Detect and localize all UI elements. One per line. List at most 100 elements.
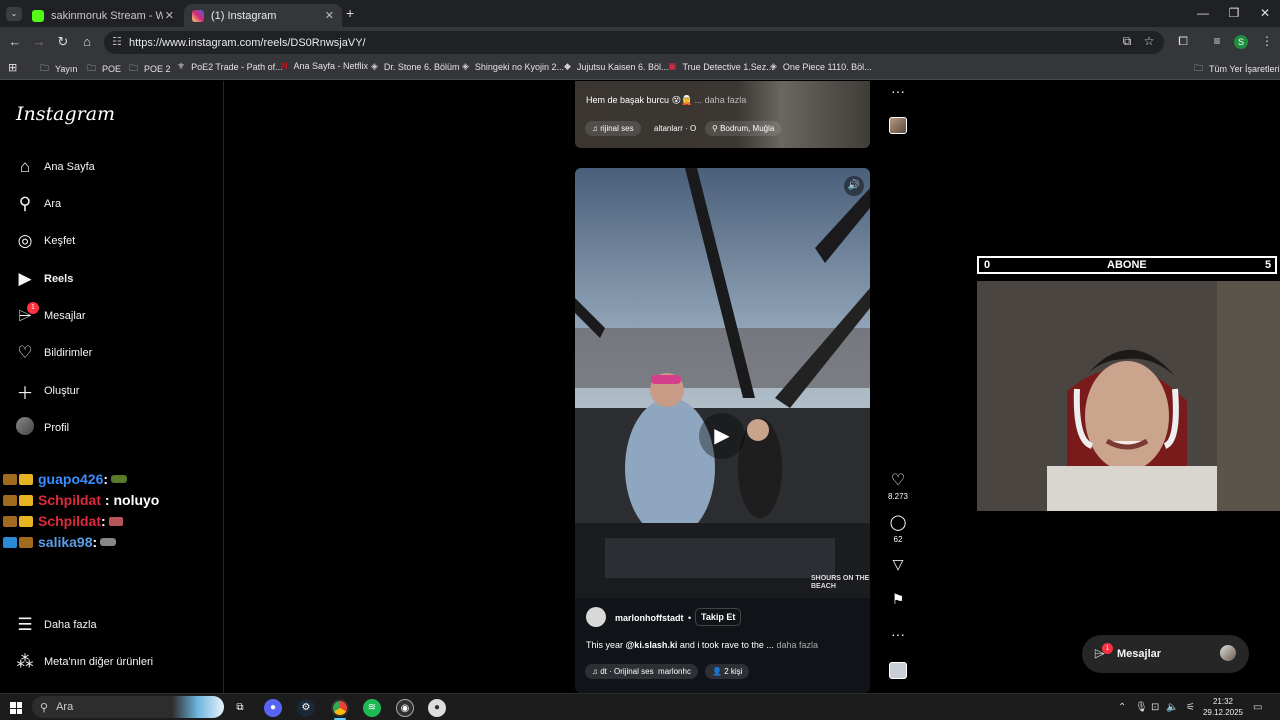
- close-icon[interactable]: ✕: [325, 9, 334, 22]
- microphone-icon[interactable]: 🎙: [1135, 702, 1148, 713]
- emoji-icon: 😵🧝: [671, 95, 693, 105]
- heart-icon: ♡: [17, 343, 33, 362]
- network-icon[interactable]: ⊡: [1151, 702, 1159, 713]
- sidebar-item-explore[interactable]: ◎ Keşfet: [15, 229, 76, 253]
- all-bookmarks[interactable]: 🗀 Tüm Yer İşaretleri: [1194, 61, 1280, 77]
- clock-date[interactable]: 29.12.2025: [1201, 708, 1245, 717]
- menu-icon[interactable]: ⋮: [1258, 34, 1276, 48]
- install-app-icon[interactable]: ⧉: [1118, 34, 1136, 49]
- window-close-icon[interactable]: ✕: [1250, 6, 1280, 20]
- chat-username: Schpildat: [38, 492, 102, 508]
- bookmark-item[interactable]: 🗀 POE 2: [129, 61, 171, 77]
- audio-thumbnail[interactable]: [889, 117, 907, 134]
- reels-icon: ▶: [18, 269, 32, 288]
- sidebar-item-create[interactable]: ＋ Oluştur: [15, 379, 80, 403]
- comment-icon[interactable]: ◯: [888, 513, 908, 531]
- bookmark-item[interactable]: N Ana Sayfa - Netflix: [281, 61, 368, 71]
- bookmark-item[interactable]: ◆ Jujutsu Kaisen 6. Böl...: [564, 61, 668, 72]
- search-icon: ⚲: [18, 194, 32, 213]
- reload-icon[interactable]: ↻: [54, 34, 72, 50]
- bookmark-item[interactable]: ◈ Shingeki no Kyojin 2...: [462, 61, 564, 72]
- more-link[interactable]: daha fazla: [776, 640, 818, 650]
- volume-icon[interactable]: 🔊: [844, 176, 864, 196]
- extensions-icon[interactable]: ⧠: [1174, 34, 1192, 49]
- audio-chip[interactable]: ♫ rijinal ses: [585, 121, 641, 136]
- location-chip[interactable]: ⚲ Bodrum, Muğla: [705, 121, 782, 136]
- more-options-icon[interactable]: ···: [888, 83, 908, 99]
- minimize-icon[interactable]: —: [1188, 6, 1218, 20]
- forward-icon[interactable]: →: [30, 34, 48, 49]
- audio-thumbnail[interactable]: [889, 662, 907, 679]
- discord-icon[interactable]: ●: [264, 699, 282, 717]
- close-icon[interactable]: ✕: [165, 9, 174, 22]
- media-icon[interactable]: ≡: [1208, 34, 1226, 48]
- sidebar-item-messages[interactable]: ⌲ 1 Mesajlar: [15, 302, 86, 328]
- chrome-icon[interactable]: [331, 699, 349, 717]
- sidebar-item-home[interactable]: ⌂ Ana Sayfa: [15, 155, 95, 179]
- battery-icon[interactable]: ⚟: [1186, 702, 1195, 713]
- person-icon: 👤: [712, 667, 725, 676]
- task-view-icon[interactable]: ⧉: [231, 699, 249, 717]
- tagged-people-chip[interactable]: 👤 2 kişi: [705, 664, 750, 679]
- sidebar-item-meta[interactable]: ⁂ Meta'nın diğer ürünleri: [15, 650, 154, 674]
- reel-card-previous[interactable]: Hem de başak burcu 😵🧝 ... daha fazla ♫ r…: [575, 81, 870, 148]
- more-options-icon[interactable]: ···: [888, 626, 908, 642]
- tab-stream[interactable]: sakinmoruk Stream - Watch Liv ✕: [24, 4, 182, 27]
- instagram-logo[interactable]: Instagram: [16, 103, 115, 125]
- windows-start-icon[interactable]: [10, 702, 22, 714]
- crown-icon: [19, 473, 33, 485]
- clock-time[interactable]: 21:32: [1203, 697, 1243, 706]
- more-link[interactable]: ... daha fazla: [695, 95, 747, 105]
- home-icon[interactable]: ⌂: [78, 34, 96, 49]
- messages-popup-button[interactable]: ⌲ 1 Mesajlar: [1082, 635, 1249, 673]
- tab-search-button[interactable]: ⌄: [6, 7, 22, 21]
- author-username[interactable]: marlonhoffstadt: [615, 613, 684, 623]
- sidebar-item-notifications[interactable]: ♡ Bildirimler: [15, 341, 92, 365]
- folder-icon: 🗀: [40, 63, 50, 73]
- site-info-icon[interactable]: ☷: [112, 35, 122, 48]
- bookmark-item[interactable]: ◈ One Piece 1110. Böl...: [770, 61, 872, 72]
- profile-avatar[interactable]: S: [1234, 35, 1248, 49]
- volume-icon[interactable]: 🔈: [1166, 702, 1178, 713]
- notifications-icon[interactable]: ▭: [1253, 702, 1262, 713]
- share-icon[interactable]: ▽: [888, 556, 908, 573]
- sidebar-item-reels[interactable]: ▶ Reels: [15, 267, 73, 291]
- like-icon[interactable]: ♡: [888, 470, 908, 490]
- tab-instagram[interactable]: (1) Instagram ✕: [184, 4, 342, 27]
- author-avatar[interactable]: [586, 607, 606, 627]
- play-icon[interactable]: ▶: [699, 413, 745, 459]
- bookmark-item[interactable]: ◈ Dr. Stone 6. Bölüm: [371, 61, 459, 72]
- reel-card[interactable]: ▶ 🔊 SHOURS ON THE BEACH marlonhoffstadt …: [575, 168, 870, 693]
- apps-icon[interactable]: ⊞: [8, 61, 17, 74]
- save-icon[interactable]: ⚑: [888, 591, 908, 608]
- restore-icon[interactable]: ❐: [1219, 6, 1249, 20]
- netflix-icon: N: [281, 61, 288, 71]
- audio-chip[interactable]: ♫ dt · Orijinal ses marlonhc: [585, 664, 698, 679]
- bookmark-item[interactable]: 🗀 Yayın: [40, 61, 77, 77]
- address-bar[interactable]: ☷ https://www.instagram.com/reels/DS0Rnw…: [104, 31, 1164, 54]
- reel-video[interactable]: ▶ 🔊 SHOURS ON THE BEACH: [575, 168, 870, 598]
- instagram-sidebar: Instagram ⌂ Ana Sayfa ⚲ Ara ◎ Keşfet ▶ Reels…: [0, 81, 224, 693]
- sidebar-item-search[interactable]: ⚲ Ara: [15, 192, 61, 216]
- sidebar-item-more[interactable]: ☰ Daha fazla: [15, 613, 96, 637]
- follow-button[interactable]: Takip Et: [695, 608, 742, 626]
- back-icon[interactable]: ←: [6, 34, 24, 49]
- new-tab-button[interactable]: +: [346, 5, 354, 21]
- music-icon: ♫: [592, 124, 601, 133]
- bookmark-star-icon[interactable]: ☆: [1140, 34, 1158, 48]
- spotify-icon[interactable]: ≋: [363, 699, 381, 717]
- audio-user-chip[interactable]: altanlarr · O: [647, 121, 703, 136]
- app-icon[interactable]: ●: [428, 699, 446, 717]
- tray-overflow-icon[interactable]: ⌃: [1118, 702, 1126, 713]
- tab-title: sakinmoruk Stream - Watch Liv: [51, 9, 163, 22]
- bookmark-item[interactable]: 🗀 POE: [87, 61, 121, 77]
- bookmark-item[interactable]: ▣ True Detective 1.Sez...: [668, 61, 774, 72]
- bookmark-item[interactable]: ⚜ PoE2 Trade - Path of...: [177, 61, 283, 72]
- obs-icon[interactable]: ◉: [396, 699, 414, 717]
- mention-link[interactable]: @ki.slash.ki: [626, 640, 678, 650]
- taskbar-search[interactable]: ⚲ Ara: [32, 696, 224, 718]
- stage-watermark: SHOURS ON THE BEACH: [811, 575, 870, 590]
- steam-icon[interactable]: ⚙: [297, 699, 315, 717]
- sub-badge-icon: [19, 536, 33, 548]
- sidebar-item-profile[interactable]: Profil: [15, 416, 69, 440]
